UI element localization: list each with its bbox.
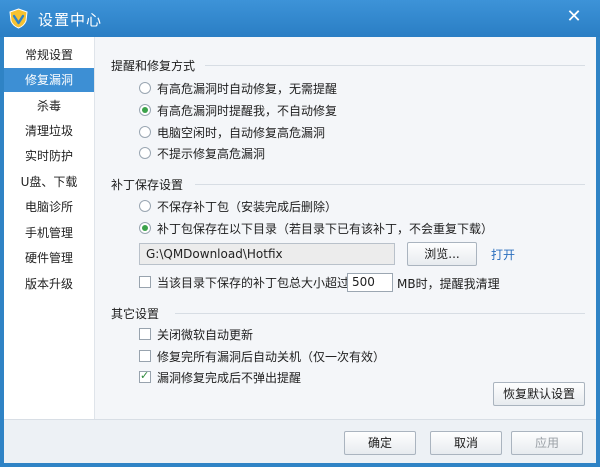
- sidebar-item-antivirus[interactable]: 杀毒: [4, 94, 94, 118]
- size-limit-row: 当该目录下保存的补丁包总大小超过: [139, 273, 349, 291]
- browse-button[interactable]: 浏览...: [407, 242, 477, 266]
- section-title-other: 其它设置: [111, 307, 160, 321]
- checkbox[interactable]: [139, 350, 151, 362]
- sidebar: 常规设置 修复漏洞 杀毒 清理垃圾 实时防护 U盘、下载 电脑诊所 手机管理 硬…: [4, 37, 94, 463]
- radio-idle-repair[interactable]: 电脑空闲时，自动修复高危漏洞: [139, 123, 325, 141]
- sidebar-item-general[interactable]: 常规设置: [4, 43, 94, 67]
- divider: [175, 313, 585, 314]
- size-limit-checkbox[interactable]: [139, 276, 151, 288]
- radio-button[interactable]: [139, 82, 151, 94]
- radio-button[interactable]: [139, 200, 151, 212]
- restore-defaults-button[interactable]: 恢复默认设置: [493, 382, 585, 406]
- footer-bar: 确定 取消 应用: [4, 419, 596, 463]
- sidebar-item-phone[interactable]: 手机管理: [4, 221, 94, 245]
- checkbox-label: 关闭微软自动更新: [157, 327, 254, 342]
- radio-no-prompt[interactable]: 不提示修复高危漏洞: [139, 144, 265, 162]
- section-title-repair: 提醒和修复方式: [111, 59, 196, 73]
- cancel-button[interactable]: 取消: [430, 431, 502, 455]
- radio-label: 电脑空闲时，自动修复高危漏洞: [157, 125, 326, 140]
- settings-window: 设置中心 ✕ 常规设置 修复漏洞 杀毒 清理垃圾 实时防护 U盘、下载 电脑诊所…: [0, 0, 600, 467]
- check-auto-shutdown[interactable]: 修复完所有漏洞后自动关机（仅一次有效）: [139, 347, 385, 365]
- sidebar-item-repair[interactable]: 修复漏洞: [4, 68, 94, 92]
- section-title-patch: 补丁保存设置: [111, 178, 184, 192]
- shield-logo-icon: [9, 8, 28, 29]
- radio-label: 有高危漏洞时提醒我，不自动修复: [157, 103, 338, 118]
- sidebar-item-protection[interactable]: 实时防护: [4, 144, 94, 168]
- size-limit-suffix: MB时，提醒我清理: [397, 277, 500, 291]
- ok-button[interactable]: 确定: [344, 431, 416, 455]
- patch-path-field[interactable]: G:\QMDownload\Hotfix: [139, 243, 395, 265]
- checkbox-checked[interactable]: [139, 369, 151, 383]
- sidebar-item-clinic[interactable]: 电脑诊所: [4, 195, 94, 219]
- open-folder-link[interactable]: 打开: [491, 246, 515, 263]
- size-limit-input[interactable]: 500: [347, 273, 393, 292]
- sidebar-item-cleanup[interactable]: 清理垃圾: [4, 119, 94, 143]
- check-no-popup[interactable]: 漏洞修复完成后不弹出提醒: [139, 368, 301, 386]
- sidebar-item-hardware[interactable]: 硬件管理: [4, 246, 94, 270]
- radio-button-checked[interactable]: [139, 222, 151, 234]
- divider: [195, 184, 585, 185]
- settings-panel: 提醒和修复方式 有高危漏洞时自动修复，无需提醒 有高危漏洞时提醒我，不自动修复 …: [94, 37, 596, 419]
- content-area: 常规设置 修复漏洞 杀毒 清理垃圾 实时防护 U盘、下载 电脑诊所 手机管理 硬…: [4, 37, 596, 463]
- checkbox-label: 修复完所有漏洞后自动关机（仅一次有效）: [157, 349, 386, 364]
- checkbox-label: 漏洞修复完成后不弹出提醒: [157, 370, 302, 385]
- sidebar-item-usb-download[interactable]: U盘、下载: [4, 170, 94, 194]
- sidebar-item-upgrade[interactable]: 版本升级: [4, 272, 94, 296]
- size-limit-prefix: 当该目录下保存的补丁包总大小超过: [157, 275, 350, 290]
- title-bar: 设置中心 ✕: [0, 0, 600, 37]
- radio-label: 不提示修复高危漏洞: [157, 146, 266, 161]
- radio-save-dir[interactable]: 补丁包保存在以下目录（若目录下已有该补丁，不会重复下载）: [139, 219, 493, 237]
- radio-label: 有高危漏洞时自动修复，无需提醒: [157, 81, 338, 96]
- checkbox[interactable]: [139, 328, 151, 340]
- radio-label: 不保存补丁包（安装完成后删除）: [157, 199, 338, 214]
- window-title: 设置中心: [38, 11, 103, 29]
- radio-button[interactable]: [139, 126, 151, 138]
- close-icon[interactable]: ✕: [564, 7, 584, 27]
- apply-button[interactable]: 应用: [511, 431, 583, 455]
- divider: [205, 65, 585, 66]
- radio-button-checked[interactable]: [139, 104, 151, 116]
- radio-auto-repair[interactable]: 有高危漏洞时自动修复，无需提醒: [139, 79, 337, 97]
- radio-remind-me[interactable]: 有高危漏洞时提醒我，不自动修复: [139, 101, 337, 119]
- radio-button[interactable]: [139, 147, 151, 159]
- check-disable-ms-update[interactable]: 关闭微软自动更新: [139, 325, 253, 343]
- radio-no-save[interactable]: 不保存补丁包（安装完成后删除）: [139, 197, 337, 215]
- radio-label: 补丁包保存在以下目录（若目录下已有该补丁，不会重复下载）: [157, 221, 494, 236]
